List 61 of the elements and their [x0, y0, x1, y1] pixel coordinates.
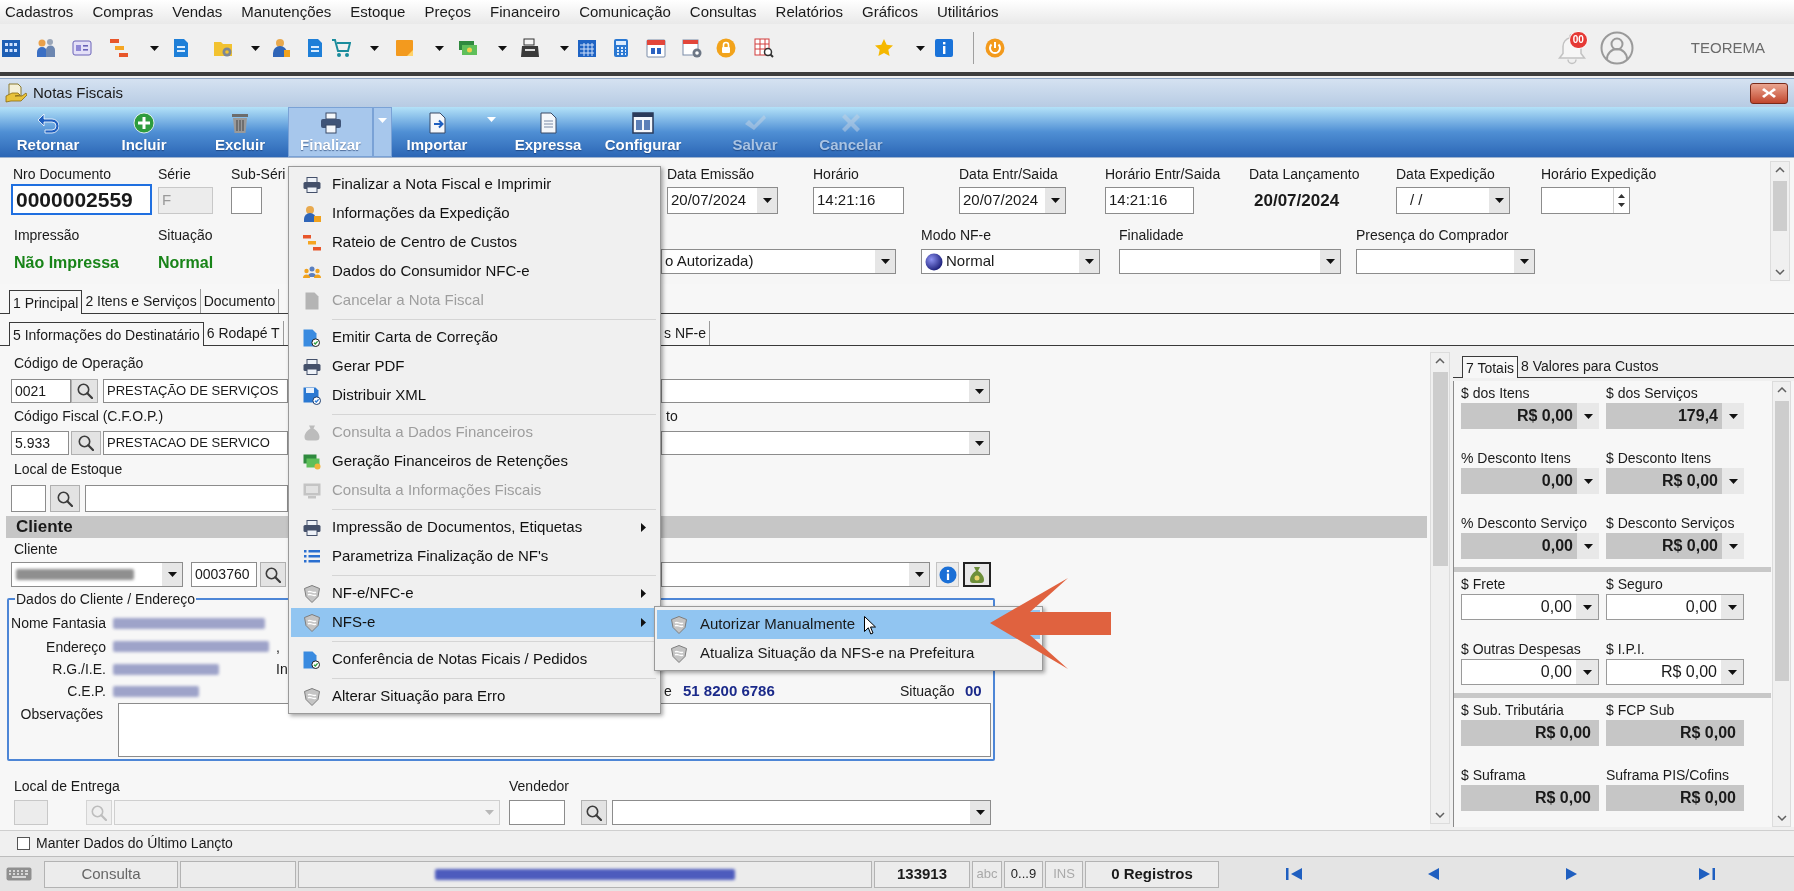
field-label: ,: [276, 637, 280, 656]
field-label: $ Frete: [1461, 575, 1506, 593]
field-label: Data Entr/Saida: [959, 165, 1058, 183]
status-field: Consulta: [44, 860, 178, 888]
field-label: to: [666, 407, 678, 425]
field-label: $ Outras Despesas: [1461, 640, 1581, 658]
status-field: 0 Registros: [1085, 860, 1219, 888]
field-label: Código Fiscal (C.F.O.P.): [14, 407, 164, 425]
field-value: 00: [965, 681, 982, 701]
field-label: $ dos Serviços: [1606, 384, 1698, 402]
field-label: % Desconto Itens: [1461, 449, 1571, 467]
status-indicator: abc: [972, 860, 1002, 888]
field-value: 51 8200 6786: [683, 681, 775, 701]
field-label: Local de Entrega: [14, 777, 120, 795]
field-label: $ dos Itens: [1461, 384, 1530, 402]
field-label: Modo NF-e: [921, 226, 992, 244]
field-label: Horário: [813, 165, 859, 183]
field-label: $ Desconto Serviços: [1606, 514, 1735, 532]
field-label: $ FCP Sub: [1606, 701, 1675, 719]
status-indicator: INS: [1045, 860, 1083, 888]
field-label: e: [664, 682, 672, 701]
status-value: Normal: [158, 253, 214, 273]
status-field: 133913: [874, 860, 970, 888]
field-label: $ Sub. Tributária: [1461, 701, 1564, 719]
field-label: Nome Fantasia: [11, 614, 106, 632]
field-label: Data Emissão: [667, 165, 755, 183]
field-label: In: [276, 660, 288, 678]
field-label: % Desconto Serviço: [1461, 514, 1588, 532]
field-label: C.E.P.: [67, 682, 106, 701]
field-label: Horário Entr/Saida: [1105, 165, 1221, 183]
field-label: Horário Expedição: [1541, 165, 1657, 183]
field-label: Impressão: [14, 226, 80, 244]
field-label: $ I.P.I.: [1606, 640, 1645, 658]
group-title: Dados do Cliente / Endereço: [15, 590, 196, 608]
field-label: Observações: [20, 705, 103, 724]
field-label: Sub-Séri: [231, 165, 286, 183]
status-indicator: 0...9: [1004, 860, 1043, 888]
field-label: Código de Operação: [14, 354, 144, 372]
field-label: Data Lançamento: [1249, 165, 1360, 183]
field-label: Data Expedição: [1396, 165, 1495, 183]
field-label: Presença do Comprador: [1356, 226, 1509, 244]
field-label: Finalidade: [1119, 226, 1184, 244]
field-label: $ Suframa: [1461, 766, 1526, 784]
field-label: R.G./I.E.: [52, 660, 106, 678]
notification-badge: 00: [1568, 31, 1588, 49]
checkbox-label: Manter Dados do Último Lançto: [36, 834, 233, 853]
status-value: Não Impressa: [14, 253, 119, 273]
field-label: Nro Documento: [13, 165, 112, 183]
field-label: Série: [158, 165, 191, 183]
field-label: Situação: [158, 226, 213, 244]
field-label: Suframa PIS/Cofins: [1606, 766, 1729, 784]
field-label: Local de Estoque: [14, 460, 123, 478]
user-name: TEOREMA: [1690, 37, 1765, 58]
field-label: Cliente: [14, 540, 58, 558]
field-label: $ Seguro: [1606, 575, 1663, 593]
window-title: Notas Fiscais: [33, 82, 124, 103]
field-label: $ Desconto Itens: [1606, 449, 1712, 467]
field-label: Endereço: [46, 637, 106, 656]
field-label: Vendedor: [509, 777, 569, 795]
date-value: 20/07/2024: [1254, 191, 1340, 211]
field-label: Situação: [900, 682, 955, 701]
